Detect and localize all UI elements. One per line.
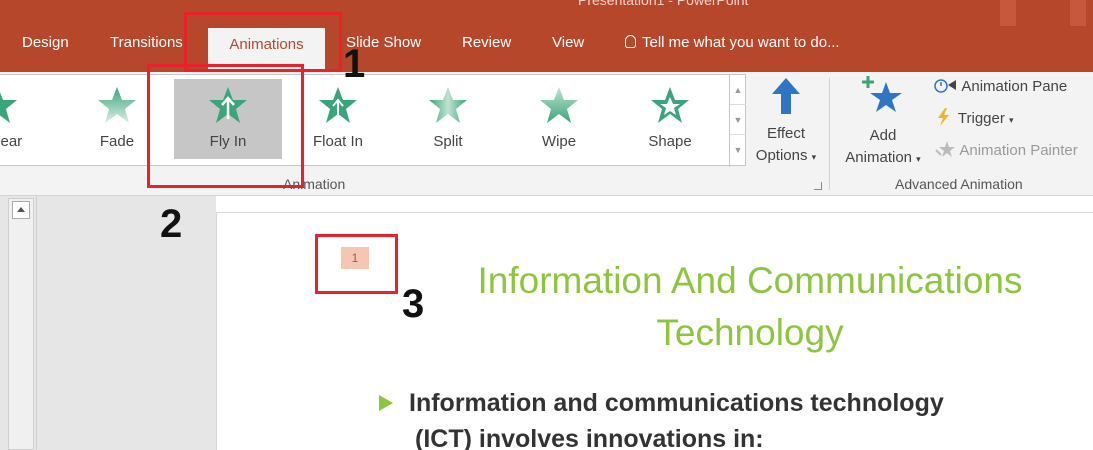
animation-pane-button[interactable]: Animation Pane xyxy=(934,76,1067,95)
ribbon-tab-bar: Presentation1 - PowerPoint Design Transi… xyxy=(0,0,1093,72)
tab-design[interactable]: Design xyxy=(22,34,69,51)
arrow-up-icon xyxy=(772,78,800,114)
gallery-scroll-up-icon[interactable]: ▲ xyxy=(730,75,746,105)
effect-options-button[interactable]: Effect Options ▾ xyxy=(750,76,822,168)
scroll-up-icon[interactable] xyxy=(12,201,30,219)
annotation-number-1: 1 xyxy=(343,42,366,86)
gallery-item-shape[interactable]: Shape xyxy=(620,75,720,167)
trigger-label: Trigger xyxy=(957,110,1005,127)
star-appear-icon xyxy=(0,92,17,123)
thumbnail-scrollbar[interactable] xyxy=(8,198,34,450)
slide-title[interactable]: Information And Communications Technolog… xyxy=(443,255,1057,359)
lightbulb-icon xyxy=(625,35,636,48)
animation-gallery: Appear Fade Fly In Float In xyxy=(0,74,746,167)
tab-review[interactable]: Review xyxy=(462,34,511,51)
annotation-box-3 xyxy=(315,234,398,294)
tab-transitions[interactable]: Transitions xyxy=(110,34,183,51)
animation-painter-icon xyxy=(935,141,955,157)
add-animation-button[interactable]: Add Animation ▾ xyxy=(836,74,930,170)
pane-divider xyxy=(36,196,37,450)
star-wipe-icon xyxy=(540,87,578,123)
star-fade-icon xyxy=(98,87,136,123)
gallery-more-icon[interactable]: ▼ xyxy=(730,135,746,165)
bullet-line1: Information and communications technolog… xyxy=(409,389,944,417)
star-split-icon xyxy=(429,87,467,123)
gallery-scroll-down-icon[interactable]: ▼ xyxy=(730,105,746,135)
tab-view[interactable]: View xyxy=(552,34,584,51)
tell-me-text: Tell me what you want to do... xyxy=(642,34,840,51)
bullet-arrow-icon xyxy=(379,395,393,411)
animation-painter-button[interactable]: Animation Painter xyxy=(934,140,1078,159)
slide-title-line1: Information And Communications xyxy=(477,260,1023,301)
effect-options-line1: Effect xyxy=(766,125,806,142)
lightning-icon xyxy=(938,108,949,126)
group-divider xyxy=(829,78,830,190)
dialog-launcher-icon[interactable] xyxy=(814,182,822,190)
slide-title-line2: Technology xyxy=(656,312,844,353)
annotation-number-3: 3 xyxy=(402,282,425,326)
star-float-in-icon xyxy=(319,87,357,123)
gallery-item-wipe[interactable]: Wipe xyxy=(509,75,609,167)
tell-me-search[interactable]: Tell me what you want to do... xyxy=(625,34,840,51)
title-decoration xyxy=(1070,0,1086,26)
annotation-box-1 xyxy=(184,12,342,72)
slide-thumbnail-pane xyxy=(0,196,216,450)
gallery-scrollbar[interactable]: ▲ ▼ ▼ xyxy=(729,75,746,167)
animation-pane-icon xyxy=(934,79,956,93)
gallery-item-appear[interactable]: Appear xyxy=(0,75,48,167)
animation-painter-label: Animation Painter xyxy=(959,142,1078,159)
add-animation-line2: Animation ▾ xyxy=(845,149,921,166)
star-shape-icon xyxy=(651,87,689,123)
gallery-label: Shape xyxy=(648,133,692,150)
animation-pane-label: Animation Pane xyxy=(961,78,1068,95)
annotation-box-2 xyxy=(147,64,304,188)
advanced-animation-group-label: Advanced Animation xyxy=(895,176,1023,192)
title-decoration xyxy=(1000,0,1016,26)
gallery-label: Wipe xyxy=(541,133,577,150)
gallery-label: Split xyxy=(433,133,463,150)
window-title: Presentation1 - PowerPoint xyxy=(578,0,749,8)
gallery-label: Appear xyxy=(0,133,23,150)
add-star-icon xyxy=(862,76,902,112)
annotation-number-2: 2 xyxy=(160,202,183,246)
add-animation-line1: Add xyxy=(869,127,897,144)
effect-options-line2: Options ▾ xyxy=(755,147,817,164)
gallery-item-split[interactable]: Split xyxy=(398,75,498,167)
bullet-line2: (ICT) involves innovations in: xyxy=(415,425,764,450)
trigger-button[interactable]: Trigger ▾ xyxy=(934,108,1014,127)
